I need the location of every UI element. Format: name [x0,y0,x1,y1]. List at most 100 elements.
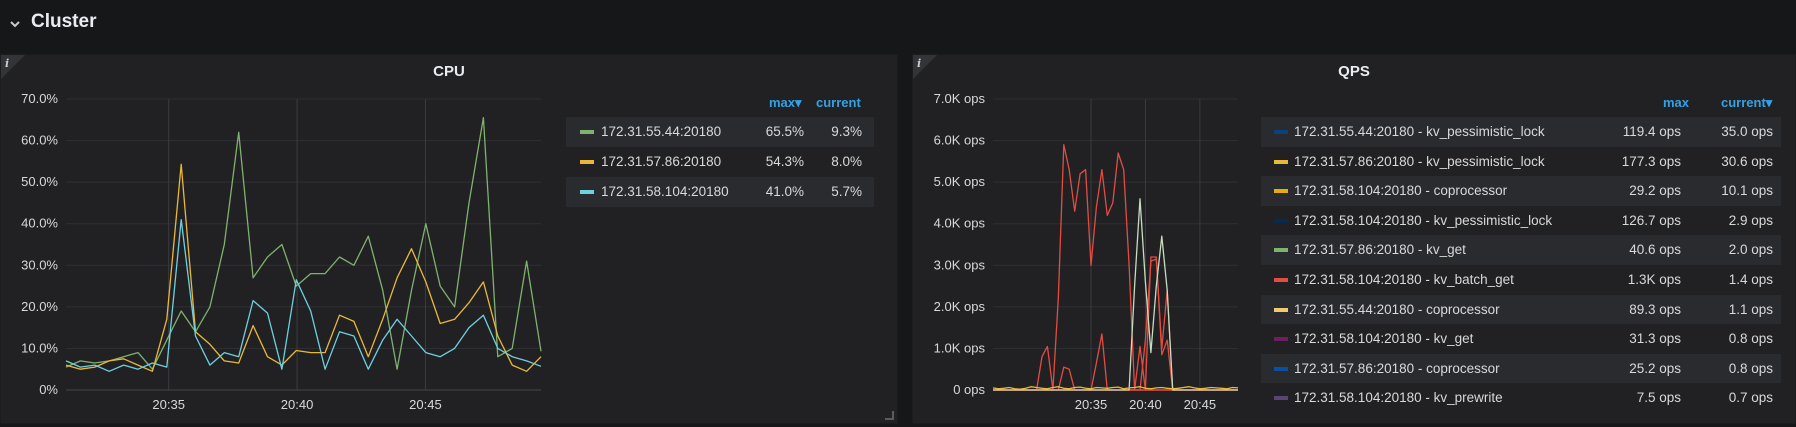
qps-series-line-3[interactable] [993,256,1238,391]
y-tick-label: 50.0% [21,174,58,189]
x-tick-label: 20:45 [409,397,442,412]
legend-max-value: 29.2 ops [1629,183,1681,199]
legend-current-value: 9.3% [831,124,862,139]
legend-row[interactable]: 172.31.55.44:20180 - coprocessor 89.3 ops… [1261,294,1781,325]
row-header[interactable]: Cluster [0,0,1796,46]
legend-series-name[interactable]: 172.31.57.86:20180 - kv_get [1294,242,1466,257]
qps-legend: max current▾ 172.31.55.44:20180 - kv_pes… [1261,95,1791,420]
qps-series-line-2[interactable] [993,144,1238,391]
legend-current-value: 0.8 ops [1728,360,1773,376]
qps-series-line-5[interactable] [993,198,1238,391]
legend-series-name[interactable]: 172.31.58.104:20180 [601,184,729,199]
y-tick-label: 1.0K ops [934,340,986,355]
legend-series-name[interactable]: 172.31.58.104:20180 - coprocessor [1294,183,1507,198]
legend-max-value: 7.5 ops [1636,390,1681,406]
legend-max-value: 31.3 ops [1629,331,1681,347]
legend-color-swatch[interactable] [1274,189,1288,194]
legend-max-value: 54.3% [765,154,804,169]
legend-row[interactable]: 172.31.58.104:20180 - kv_batch_get 1.3K o… [1261,265,1781,295]
legend-row[interactable]: 172.31.58.104:20180 - kv_pessimistic_loc… [1261,206,1781,236]
resize-handle[interactable] [885,411,894,420]
cpu-panel: i CPU 0% 10.0% 20.0% 30.0% 40.0% 50.0% 60.0% 70… [0,54,898,424]
chevron-down-icon[interactable] [10,19,20,29]
legend-current-value: 5.7% [831,184,862,199]
legend-row[interactable]: 172.31.55.44:20180 65.5% 9.3% [566,117,874,147]
legend-color-swatch[interactable] [1274,218,1288,223]
legend-max-value: 65.5% [765,124,804,139]
legend-color-swatch[interactable] [1274,248,1288,253]
y-tick-label: 7.0K ops [934,91,986,106]
legend-series-name[interactable]: 172.31.57.86:20180 [601,154,721,169]
legend-current-value: 8.0% [831,154,862,169]
y-tick-label: 2.0K ops [934,299,986,314]
legend-series-name[interactable]: 172.31.58.104:20180 - kv_get [1294,331,1473,346]
legend-row[interactable]: 172.31.58.104:20180 41.0% 5.7% [566,177,874,207]
legend-max-value: 89.3 ops [1629,301,1681,317]
y-tick-label: 60.0% [21,133,58,148]
legend-row[interactable]: 172.31.57.86:20180 - kv_pessimistic_lock… [1261,147,1781,177]
legend-series-name[interactable]: 172.31.55.44:20180 - coprocessor [1294,302,1500,317]
legend-header-current[interactable]: current▾ [1721,95,1772,111]
legend-series-name[interactable]: 172.31.55.44:20180 - kv_pessimistic_lock [1294,124,1545,139]
legend-row[interactable]: 172.31.57.86:20180 54.3% 8.0% [566,147,874,177]
legend-series-name[interactable]: 172.31.57.86:20180 - coprocessor [1294,361,1500,376]
qps-chart: 0 ops 1.0K ops 2.0K ops 3.0K ops 4.0K ops 5.0… [934,91,1239,412]
legend-row[interactable]: 172.31.57.86:20180 - kv_get 40.6 ops 2.0 o… [1261,235,1781,265]
legend-current-value: 2.0 ops [1728,242,1773,258]
y-tick-label: 0% [39,382,58,397]
qps-series-line-4[interactable] [993,258,1238,391]
legend-current-value: 30.6 ops [1721,153,1773,169]
legend-max-value: 119.4 ops [1622,124,1681,139]
row-title[interactable]: Cluster [31,11,96,33]
y-tick-label: 40.0% [21,216,58,231]
legend-current-value: 1.1 ops [1728,301,1773,317]
qps-series-line-1[interactable] [993,333,1238,391]
legend-header-current[interactable]: current [816,95,861,110]
legend-color-swatch[interactable] [1274,278,1288,282]
legend-series-name[interactable]: 172.31.55.44:20180 [601,124,721,139]
cpu-series-line-0[interactable] [65,117,542,370]
legend-color-swatch[interactable] [580,130,594,134]
legend-color-swatch[interactable] [580,190,594,194]
legend-max-value: 177.3 ops [1621,153,1681,169]
cpu-legend: max▾ current 172.31.55.44:20180 65.5% 9.3%… [566,95,876,265]
legend-color-swatch[interactable] [1274,130,1288,134]
y-tick-label: 20.0% [21,299,58,314]
legend-series-name[interactable]: 172.31.58.104:20180 - kv_prewrite [1294,390,1503,405]
legend-max-value: 1.3K ops [1627,272,1681,287]
y-tick-label: 3.0K ops [934,257,986,272]
legend-current-value: 1.4 ops [1728,272,1773,287]
legend-series-name[interactable]: 172.31.57.86:20180 - kv_pessimistic_lock [1294,154,1545,169]
y-tick-label: 0 ops [953,382,985,397]
legend-current-value: 2.9 ops [1728,212,1773,228]
legend-color-swatch[interactable] [1274,159,1288,164]
legend-header-max[interactable]: max [1663,95,1689,110]
legend-max-value: 41.0% [765,184,804,199]
legend-max-value: 40.6 ops [1629,242,1681,258]
legend-current-value: 0.7 ops [1728,390,1773,406]
legend-row[interactable]: 172.31.58.104:20180 - kv_get 31.3 ops 0.8 … [1261,324,1781,354]
legend-color-swatch[interactable] [1274,396,1288,401]
legend-current-value: 10.1 ops [1721,183,1773,199]
legend-row[interactable]: 172.31.58.104:20180 - coprocessor 29.2 op… [1261,176,1781,206]
legend-row[interactable]: 172.31.57.86:20180 - coprocessor 25.2 ops… [1261,353,1781,384]
legend-series-name[interactable]: 172.31.58.104:20180 - kv_pessimistic_loc… [1294,213,1552,228]
y-tick-label: 10.0% [21,340,58,355]
legend-current-value: 0.8 ops [1728,331,1773,347]
qps-panel: i QPS 0 ops 1.0K ops 2.0K ops 3.0K ops 4.0K … [912,54,1796,424]
legend-series-name[interactable]: 172.31.58.104:20180 - kv_batch_get [1294,272,1514,287]
qps-series-line-6[interactable] [992,386,1239,390]
x-tick-label: 20:35 [1075,397,1108,412]
legend-row[interactable]: 172.31.58.104:20180 - kv_prewrite 7.5 ops… [1261,383,1781,413]
legend-color-swatch[interactable] [1274,366,1288,371]
legend-color-swatch[interactable] [1274,337,1288,342]
legend-row[interactable]: 172.31.55.44:20180 - kv_pessimistic_lock… [1261,117,1781,147]
legend-color-swatch[interactable] [1274,307,1288,312]
legend-header-max[interactable]: max▾ [769,95,802,111]
qps-series-line-0[interactable] [993,345,1238,391]
x-tick-label: 20:35 [152,397,185,412]
legend-max-value: 25.2 ops [1629,360,1681,376]
legend-max-value: 126.7 ops [1621,212,1681,228]
y-tick-label: 4.0K ops [934,216,986,231]
legend-color-swatch[interactable] [580,160,594,164]
